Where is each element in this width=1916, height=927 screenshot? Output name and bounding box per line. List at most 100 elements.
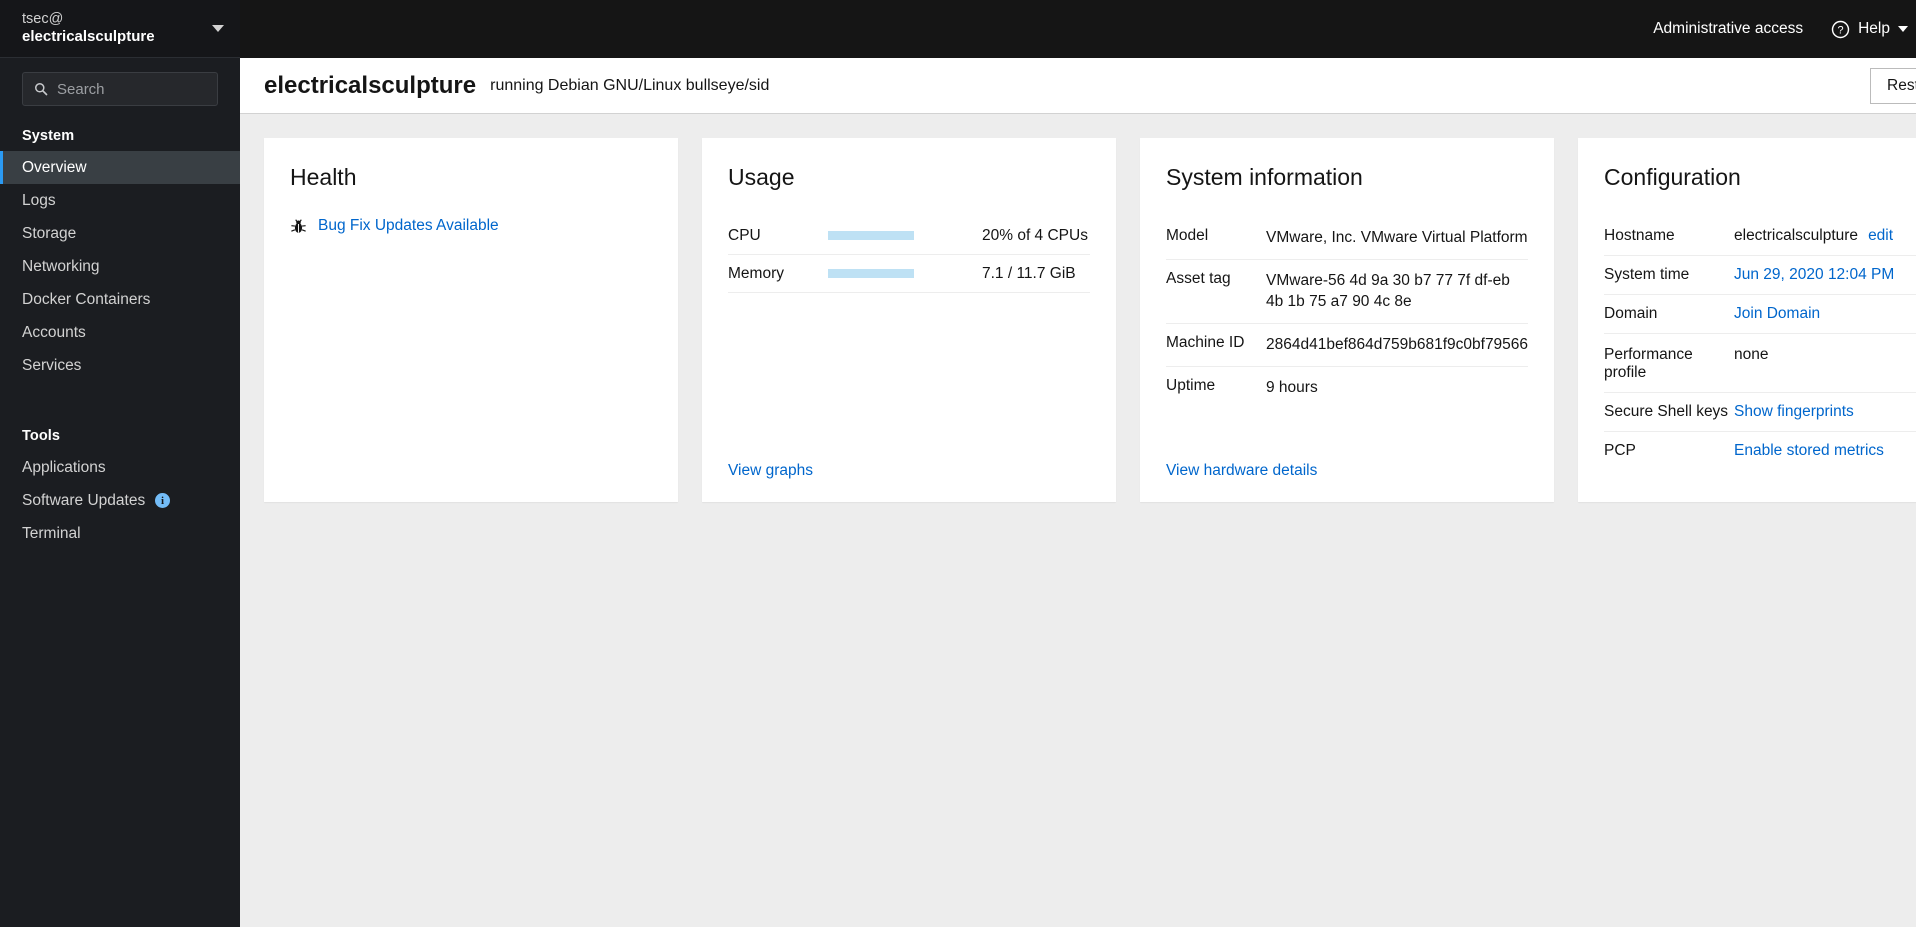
sidebar-item-docker-containers[interactable]: Docker Containers <box>0 283 240 316</box>
config-row-performance-profile: Performance profile none <box>1604 334 1916 393</box>
config-row-hostname: Hostname electricalsculpture edit <box>1604 217 1916 256</box>
performance-profile-value: none <box>1734 346 1769 363</box>
info-row-uptime: Uptime 9 hours <box>1166 367 1528 409</box>
content-area: Health Bug Fix Updates Available Usage C… <box>240 114 1916 927</box>
system-information-card-body: Model VMware, Inc. VMware Virtual Platfo… <box>1166 217 1528 452</box>
info-value: 2864d41bef864d759b681f9c0bf79566 <box>1266 336 1529 354</box>
restart-button[interactable]: Restart <box>1870 67 1916 104</box>
usage-card-body: CPU 20% of 4 CPUs Memory 7.1 / 11.7 GiB <box>728 217 1090 452</box>
sidebar-item-logs[interactable]: Logs <box>0 184 240 217</box>
search-placeholder: Search <box>57 80 105 98</box>
info-key: Model <box>1166 227 1209 244</box>
sidebar: tsec@ electricalsculpture Search System … <box>0 0 240 927</box>
system-information-card-footer: View hardware details <box>1166 452 1528 480</box>
health-card-body: Bug Fix Updates Available <box>290 217 652 470</box>
config-key: PCP <box>1604 442 1636 459</box>
enable-stored-metrics-link[interactable]: Enable stored metrics <box>1734 442 1916 460</box>
restart-split-button: Restart <box>1870 67 1916 104</box>
search-input[interactable]: Search <box>22 72 218 106</box>
svg-text:?: ? <box>1838 24 1844 36</box>
search-container: Search <box>0 58 240 116</box>
info-row-model: Model VMware, Inc. VMware Virtual Platfo… <box>1166 217 1528 260</box>
bug-icon <box>291 218 306 233</box>
usage-card-title: Usage <box>728 164 795 190</box>
sidebar-item-terminal[interactable]: Terminal <box>0 517 240 550</box>
account-switcher[interactable]: tsec@ electricalsculpture <box>0 0 240 58</box>
app-root: tsec@ electricalsculpture Search System … <box>0 0 1916 927</box>
usage-label: Memory <box>728 264 784 282</box>
sidebar-item-label: Overview <box>22 158 87 176</box>
page-title: electricalsculpture <box>264 71 477 99</box>
sidebar-item-label: Accounts <box>22 323 86 341</box>
info-badge-icon: i <box>155 493 170 508</box>
nav-group-spacer <box>0 382 240 416</box>
search-icon <box>35 83 48 96</box>
config-key: Domain <box>1604 305 1658 322</box>
usage-label: CPU <box>728 226 761 244</box>
chevron-down-icon <box>1898 26 1908 32</box>
system-information-card: System information Model VMware, Inc. VM… <box>1140 138 1554 502</box>
info-value: VMware-56 4d 9a 30 b7 77 7f df-eb 4b 1b … <box>1266 271 1510 311</box>
account-user: tsec@ <box>22 10 64 27</box>
info-key: Asset tag <box>1166 269 1231 287</box>
account-host: electricalsculpture <box>22 28 155 46</box>
sidebar-item-label: Services <box>22 356 82 374</box>
config-row-system-time: System time Jun 29, 2020 12:04 PM <box>1604 256 1916 295</box>
info-value: 9 hours <box>1266 378 1318 396</box>
sidebar-item-label: Docker Containers <box>22 290 151 308</box>
help-menu-button[interactable]: ? Help <box>1819 20 1916 39</box>
usage-card: Usage CPU 20% of 4 CPUs Memory 7.1 / 11.… <box>702 138 1116 502</box>
sidebar-item-label: Logs <box>22 191 56 209</box>
sidebar-item-label: Storage <box>22 224 77 242</box>
sidebar-item-services[interactable]: Services <box>0 349 240 382</box>
topbar: Administrative access ? Help <box>240 0 1916 58</box>
hostname-value: electricalsculpture <box>1734 227 1859 244</box>
memory-progress-bar <box>828 269 914 278</box>
usage-row-memory: Memory 7.1 / 11.7 GiB <box>728 255 1090 293</box>
health-card-title: Health <box>290 164 357 190</box>
hostname-edit-link[interactable]: edit <box>1868 227 1893 245</box>
usage-value: 20% of 4 CPUs <box>982 226 1088 244</box>
sidebar-item-networking[interactable]: Networking <box>0 250 240 283</box>
bug-fix-updates-link[interactable]: Bug Fix Updates Available <box>318 217 499 235</box>
config-row-ssh-keys: Secure Shell keys Show fingerprints <box>1604 393 1916 432</box>
configuration-card-title: Configuration <box>1604 164 1741 190</box>
account-text: tsec@ electricalsculpture <box>22 11 204 47</box>
sidebar-item-accounts[interactable]: Accounts <box>0 316 240 349</box>
cards-row: Health Bug Fix Updates Available Usage C… <box>264 138 1916 502</box>
system-time-link[interactable]: Jun 29, 2020 12:04 PM <box>1734 266 1916 284</box>
health-card: Health Bug Fix Updates Available <box>264 138 678 502</box>
configuration-card: Configuration Hostname electricalsculptu… <box>1578 138 1916 502</box>
sidebar-item-label: Applications <box>22 458 106 476</box>
config-row-pcp: PCP Enable stored metrics <box>1604 432 1916 470</box>
info-value: VMware, Inc. VMware Virtual Platform <box>1266 229 1528 246</box>
page-subtitle: running Debian GNU/Linux bullseye/sid <box>490 76 770 94</box>
help-label: Help <box>1858 20 1890 37</box>
info-row-asset-tag: Asset tag VMware-56 4d 9a 30 b7 77 7f df… <box>1166 260 1528 325</box>
config-key: Secure Shell keys <box>1604 403 1729 420</box>
main-area: Administrative access ? Help electricals… <box>240 0 1916 927</box>
cpu-progress-bar <box>828 231 914 240</box>
join-domain-link[interactable]: Join Domain <box>1734 305 1916 323</box>
config-key: System time <box>1604 266 1690 283</box>
configuration-card-footer <box>1604 470 1916 480</box>
config-key: Performance profile <box>1604 346 1693 381</box>
nav-group-system-title: System <box>22 128 75 144</box>
nav-group-tools-title: Tools <box>22 428 61 444</box>
show-fingerprints-link[interactable]: Show fingerprints <box>1734 403 1916 421</box>
sidebar-item-storage[interactable]: Storage <box>0 217 240 250</box>
config-value-group: electricalsculpture edit <box>1734 227 1916 245</box>
system-information-card-title: System information <box>1166 164 1363 190</box>
view-graphs-link[interactable]: View graphs <box>728 462 813 479</box>
config-key: Hostname <box>1604 227 1675 244</box>
info-key: Machine ID <box>1166 334 1245 352</box>
sidebar-item-applications[interactable]: Applications <box>0 451 240 484</box>
health-alert-row[interactable]: Bug Fix Updates Available <box>290 217 652 235</box>
sidebar-item-overview[interactable]: Overview <box>0 151 240 184</box>
sidebar-item-software-updates[interactable]: Software Updates i <box>0 484 240 517</box>
info-row-machine-id: Machine ID 2864d41bef864d759b681f9c0bf79… <box>1166 324 1528 367</box>
administrative-access-button[interactable]: Administrative access <box>1637 20 1819 38</box>
usage-row-cpu: CPU 20% of 4 CPUs <box>728 217 1090 255</box>
page-header: electricalsculpture running Debian GNU/L… <box>240 58 1916 114</box>
view-hardware-details-link[interactable]: View hardware details <box>1166 462 1317 479</box>
